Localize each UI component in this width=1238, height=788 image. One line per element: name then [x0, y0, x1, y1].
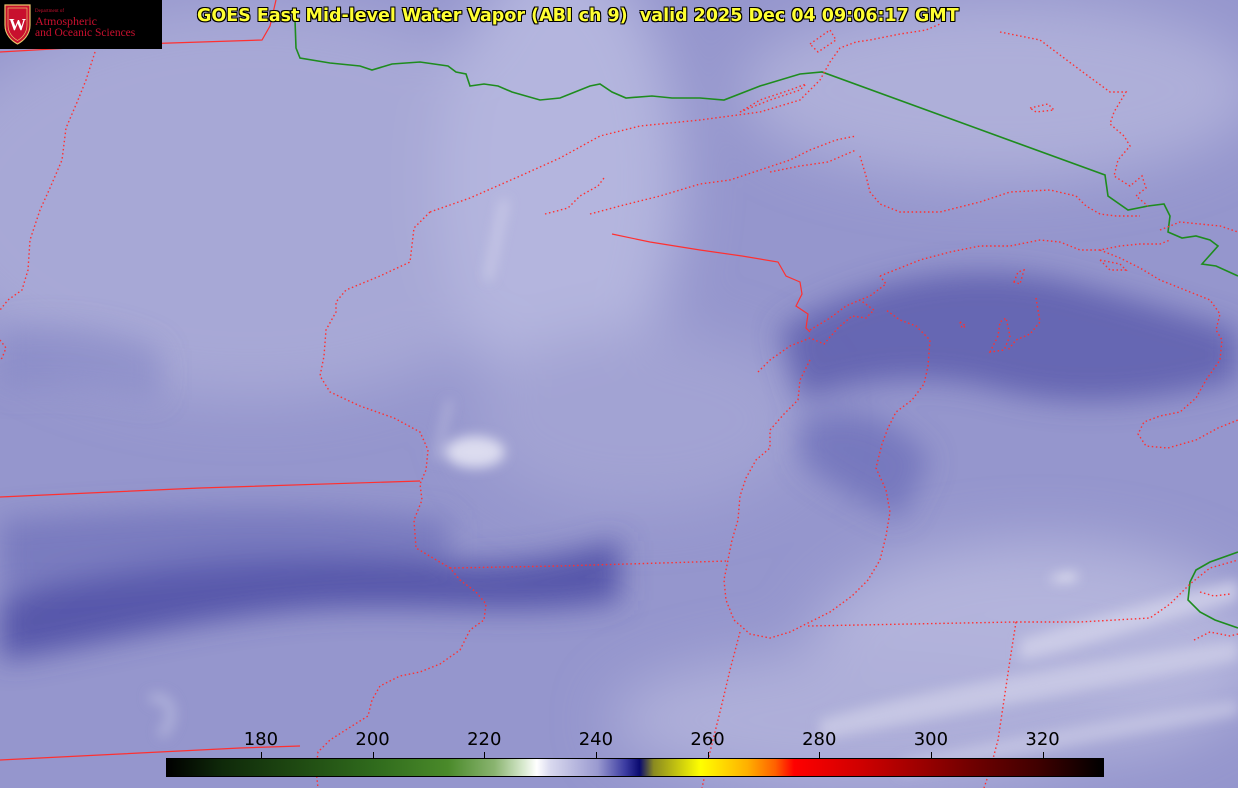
colorbar-tick-label: 260: [690, 729, 725, 750]
colorbar-tick-mark: [261, 752, 262, 758]
colorbar-tick-label: 320: [1025, 729, 1060, 750]
colorbar-tick-mark: [931, 752, 932, 758]
colorbar-tick-label: 200: [355, 729, 390, 750]
uw-crest-icon: W: [4, 4, 31, 45]
colorbar-tick-mark: [708, 752, 709, 758]
crest-letter: W: [9, 15, 26, 34]
satellite-map: W Department of Atmospheric and Oceanic …: [0, 0, 1238, 788]
uw-aos-logo: W Department of Atmospheric and Oceanic …: [0, 0, 162, 49]
colorbar-tick-mark: [484, 752, 485, 758]
colorbar-tick-label: 240: [578, 729, 614, 750]
colorbar-tick-label: 220: [467, 729, 502, 750]
colorbar-tick-mark: [596, 752, 597, 758]
colorbar-tick-label: 180: [243, 729, 279, 750]
image-title: GOES East Mid-level Water Vapor (ABI ch …: [197, 6, 959, 26]
colorbar-tick-mark: [373, 752, 374, 758]
colorbar-tick-mark: [819, 752, 820, 758]
water-vapor-imagery: [0, 0, 1238, 788]
colorbar-gradient: [167, 759, 1103, 776]
temperature-colorbar: [166, 758, 1104, 777]
colorbar-tick-label: 300: [913, 729, 949, 750]
colorbar-tick-mark: [1043, 752, 1044, 758]
colorbar-tick-label: 280: [802, 729, 837, 750]
logo-line2: and Oceanic Sciences: [35, 27, 136, 39]
